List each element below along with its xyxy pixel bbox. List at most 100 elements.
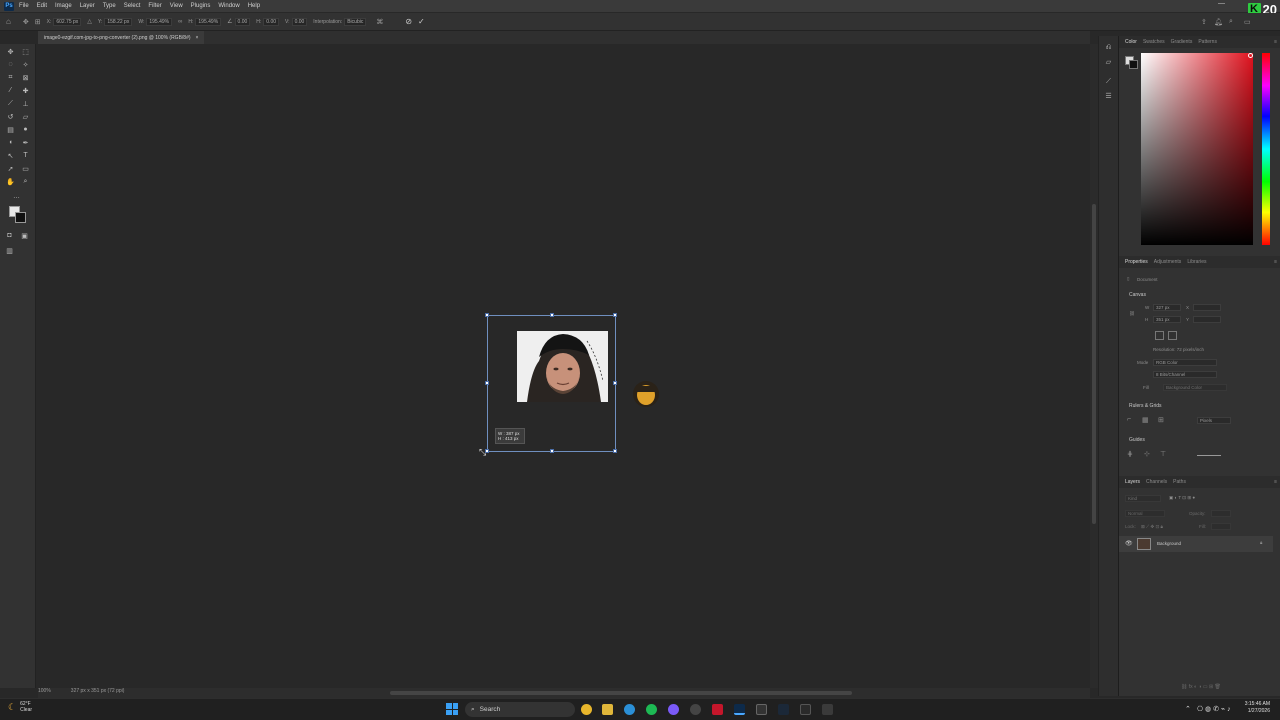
menu-filter[interactable]: Filter [148,3,161,9]
hand-tool-icon[interactable]: ✋ [6,177,15,186]
tab-color[interactable]: Color [1125,39,1137,45]
blend-mode-select[interactable]: Normal [1125,510,1165,517]
weather-widget[interactable]: ☾ 62°F Clear [8,701,32,713]
x-field[interactable]: 602.75 px [53,17,82,26]
transform-handle-right[interactable] [613,381,617,385]
ruler-units-select[interactable]: Pixels [1197,417,1231,424]
tab-gradients[interactable]: Gradients [1171,39,1193,45]
delta-icon[interactable]: △ [87,18,92,25]
brush-settings-icon[interactable]: ⟋ [1104,77,1113,86]
h-skew-field[interactable]: 0.00 [263,17,280,26]
edge-icon[interactable] [624,704,635,715]
menu-plugins[interactable]: Plugins [191,3,211,9]
capcut-icon[interactable] [800,704,811,715]
more-tools-icon[interactable]: … [12,192,21,201]
document-tab[interactable]: image0-ezgif.com-jpg-to-png-converter (2… [38,31,205,44]
direct-selection-tool-icon[interactable]: ➚ [6,164,15,173]
panel-menu-icon[interactable]: ≡ [1274,39,1277,45]
menu-window[interactable]: Window [218,3,239,9]
visibility-eye-icon[interactable]: 👁︎ [1125,540,1133,547]
v-skew-field[interactable]: 0.00 [291,17,308,26]
lock-icons[interactable]: ⊠ ⟋ ✥ ⊡ 🔒︎ [1141,524,1163,530]
search-icon[interactable]: ⌕ [1229,18,1233,26]
menu-help[interactable]: Help [248,3,260,9]
transform-handle-left[interactable] [485,381,489,385]
share-icon[interactable]: ⇪ [1201,18,1207,26]
chrome-icon[interactable] [581,704,592,715]
vertical-scrollbar[interactable] [1090,44,1098,688]
menu-view[interactable]: View [170,3,183,9]
vertical-scroll-thumb[interactable] [1092,204,1096,524]
layer-row-background[interactable]: 👁︎ Background 🔒︎ [1119,536,1273,552]
angle-field[interactable]: 0.00 [234,17,251,26]
menu-edit[interactable]: Edit [37,3,47,9]
history-brush-tool-icon[interactable]: ↺ [6,112,15,121]
move-tool-icon[interactable]: ✥ [6,47,15,56]
taskbar-search[interactable]: ⌕ Search [465,702,575,717]
guide-line-style[interactable] [1197,455,1221,456]
fill-select[interactable]: Background Color [1163,384,1227,391]
discord-icon[interactable] [668,704,679,715]
hue-slider[interactable] [1262,53,1270,245]
canvas-y-field[interactable] [1193,316,1221,323]
edit-toolbar-icon[interactable]: ▥ [5,246,14,255]
pen-tool-icon[interactable]: ✒ [21,138,30,147]
horizontal-scroll-thumb[interactable] [390,691,852,695]
layer-filter-kind[interactable]: Kind [1125,495,1161,502]
landscape-orientation-button[interactable] [1168,331,1177,340]
layer-name[interactable]: Background [1157,541,1181,546]
tab-patterns[interactable]: Patterns [1198,39,1217,45]
menu-select[interactable]: Select [124,3,141,9]
tab-channels[interactable]: Channels [1146,479,1167,485]
blur-tool-icon[interactable]: ● [21,125,30,134]
canvas-x-field[interactable] [1193,304,1221,311]
comments-panel-icon[interactable]: ▱ [1104,57,1113,66]
screen-mode-icon[interactable]: ▣ [20,231,29,240]
layer-actions[interactable]: ⛓ fx ◐ ◑ ▭ ⊞ 🗑︎ [1181,684,1221,690]
rectangle-tool-icon[interactable]: ▭ [21,164,30,173]
canvas-width-field[interactable]: 327 px [1153,304,1181,311]
commit-transform-icon[interactable]: ✓ [418,17,425,26]
eraser-tool-icon[interactable]: ▱ [21,112,30,121]
acrobat-icon[interactable] [712,704,723,715]
history-panel-icon[interactable]: ⎌ [1104,43,1113,52]
move-tool-icon[interactable]: ✥ [23,18,29,26]
dodge-tool-icon[interactable]: ◖ [6,138,15,147]
zoom-level[interactable]: 100% [38,688,51,694]
transform-handle-bottom[interactable] [550,449,554,453]
color-bg-swatch[interactable] [1129,60,1138,69]
guides-title[interactable]: Guides [1129,437,1145,443]
guide-layout-icon[interactable]: ⋕ [1127,450,1133,458]
fill-opacity-field[interactable] [1211,523,1231,530]
home-icon[interactable]: ⌂ [6,17,11,26]
guide-lock-icon[interactable]: ⊤ [1160,450,1166,458]
layer-filter-icons[interactable]: ▣ ◐ T ⊡ ⊞ ● [1169,495,1195,501]
width-field[interactable]: 195.49% [146,17,173,26]
opacity-field[interactable] [1211,510,1231,517]
frame-tool-icon[interactable]: ⊠ [21,73,30,82]
link-dimensions-icon[interactable]: ⛓ [1129,311,1135,317]
magic-wand-tool-icon[interactable]: ✧ [21,60,30,69]
link-icon[interactable]: ∞ [178,19,182,25]
type-tool-icon[interactable]: T [21,151,30,160]
healing-brush-tool-icon[interactable]: ✚ [21,86,30,95]
color-picker-cursor[interactable] [1248,53,1253,58]
close-tab-icon[interactable]: × [196,35,199,41]
layer-lock-icon[interactable]: 🔒︎ [1260,540,1262,545]
gradient-tool-icon[interactable]: ▤ [6,125,15,134]
tab-libraries[interactable]: Libraries [1187,259,1206,265]
background-color-swatch[interactable] [15,212,26,223]
grid-icon[interactable]: ▦ [1142,416,1149,424]
app-icon[interactable] [822,704,833,715]
pixel-grid-icon[interactable]: ⊞ [1158,416,1164,424]
clone-stamp-tool-icon[interactable]: ⊥ [21,99,30,108]
transform-handle-top-left[interactable] [485,313,489,317]
ruler-icon[interactable]: ⌐ [1127,416,1131,423]
menu-layer[interactable]: Layer [80,3,95,9]
quick-mask-icon[interactable]: ◘ [5,231,14,240]
spotify-icon[interactable] [646,704,657,715]
color-saturation-field[interactable] [1141,53,1253,245]
cancel-transform-icon[interactable]: ⊘ [405,17,412,26]
mode-select[interactable]: RGB Color [1153,359,1217,366]
properties-menu-icon[interactable]: ≡ [1274,259,1277,265]
